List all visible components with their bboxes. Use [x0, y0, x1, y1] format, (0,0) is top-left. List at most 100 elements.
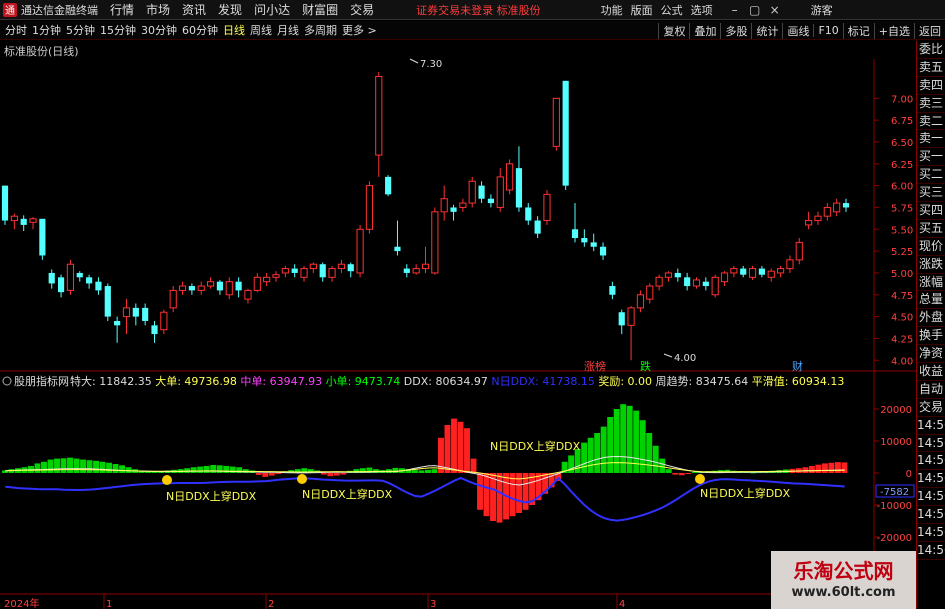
- side-panel-item[interactable]: 卖五: [917, 59, 945, 77]
- candle: [356, 224, 364, 278]
- statistics-button[interactable]: 统计: [751, 22, 782, 39]
- menu-item-gongneng[interactable]: 功能: [601, 2, 623, 18]
- toolbar-right: 复权 叠加 多股 统计 画线 F10 标记 +自选 返回: [658, 21, 945, 40]
- period-daily[interactable]: 日线: [223, 22, 245, 38]
- add-watchlist-button[interactable]: +自选: [873, 22, 914, 39]
- candle-body: [599, 246, 607, 256]
- ddx-bar: [333, 473, 340, 476]
- restore-rights-button[interactable]: 复权: [658, 22, 689, 39]
- side-panel-item[interactable]: 卖二: [917, 113, 945, 131]
- candle: [627, 306, 635, 361]
- menu-item-hangqing[interactable]: 行情: [110, 1, 134, 18]
- side-panel-item[interactable]: 涨幅: [917, 274, 945, 292]
- candle-body: [720, 272, 729, 283]
- candle-body: [646, 285, 654, 300]
- period-15min[interactable]: 15分钟: [100, 22, 136, 38]
- side-panel-item[interactable]: 买三: [917, 184, 945, 203]
- login-status-text[interactable]: 证券交易未登录 标准股份: [416, 2, 541, 18]
- draw-line-button[interactable]: 画线: [782, 22, 813, 39]
- f10-button[interactable]: F10: [813, 24, 842, 37]
- period-30min[interactable]: 30分钟: [141, 22, 177, 38]
- side-panel-item[interactable]: 卖三: [917, 95, 945, 113]
- candle: [375, 72, 383, 177]
- side-panel-item[interactable]: 14:56: [917, 470, 945, 489]
- side-panel-item[interactable]: 换手: [917, 327, 945, 346]
- side-panel-item[interactable]: 买四: [917, 202, 945, 220]
- guest-label[interactable]: 游客: [811, 2, 833, 18]
- event-tag-zhangbang[interactable]: 涨榜: [584, 359, 606, 373]
- ddx-bar: [607, 417, 614, 473]
- candle: [66, 259, 74, 295]
- side-panel-item[interactable]: 14:56: [917, 417, 945, 435]
- side-panel-item[interactable]: 外盘: [917, 309, 945, 328]
- candle-body: [805, 220, 813, 226]
- side-panel-item[interactable]: 现价: [917, 238, 945, 256]
- menu-item-zixun[interactable]: 资讯: [182, 1, 206, 18]
- ddx-bar: [106, 462, 113, 473]
- menu-item-banmian[interactable]: 版面: [631, 2, 653, 18]
- period-monthly[interactable]: 月线: [277, 22, 299, 38]
- side-panel-item[interactable]: 14:56: [917, 524, 945, 542]
- period-1min[interactable]: 1分钟: [32, 22, 61, 38]
- candle-body: [440, 198, 448, 213]
- event-tag-die[interactable]: 跌: [640, 359, 651, 373]
- candle: [692, 277, 701, 289]
- side-panel-item[interactable]: 买一: [917, 148, 945, 167]
- side-panel-item[interactable]: 买二: [917, 166, 945, 185]
- candle: [86, 274, 93, 289]
- menu-item-shichang[interactable]: 市场: [146, 1, 170, 18]
- side-panel-item[interactable]: 卖四: [917, 77, 945, 95]
- menu-item-jiaoyi[interactable]: 交易: [350, 1, 374, 18]
- smiley-icon: [695, 474, 705, 484]
- side-panel-item[interactable]: 14:56: [917, 435, 945, 453]
- period-weekly[interactable]: 周线: [250, 22, 272, 38]
- menu-item-gongshi[interactable]: 公式: [661, 2, 683, 18]
- close-icon[interactable]: ×: [767, 3, 783, 17]
- side-panel-item[interactable]: 卖一: [917, 130, 945, 149]
- ddx-bar: [73, 458, 80, 473]
- back-button[interactable]: 返回: [914, 22, 945, 39]
- candle-body: [356, 228, 364, 274]
- side-panel-item[interactable]: 委比: [917, 41, 945, 59]
- candle: [281, 265, 289, 278]
- candle-body: [328, 268, 336, 278]
- period-multi[interactable]: 多周期: [304, 22, 337, 38]
- period-60min[interactable]: 60分钟: [182, 22, 218, 38]
- multi-stock-button[interactable]: 多股: [720, 22, 751, 39]
- menu-item-xuanxiang[interactable]: 选项: [691, 2, 713, 18]
- side-panel-item[interactable]: 14:56: [917, 542, 945, 560]
- menu-item-caifuquan[interactable]: 财富圈: [302, 1, 338, 18]
- minimize-icon[interactable]: –: [727, 3, 743, 17]
- side-panel-item[interactable]: 14:56: [917, 452, 945, 471]
- menu-item-wenxiaoda[interactable]: 问小达: [254, 1, 290, 18]
- ddx-bar: [665, 469, 672, 473]
- menu-item-faxian[interactable]: 发现: [218, 1, 242, 18]
- side-panel-item[interactable]: 涨跌: [917, 256, 945, 274]
- overlay-button[interactable]: 叠加: [689, 22, 720, 39]
- candle: [730, 265, 738, 278]
- ddx-bar: [594, 433, 601, 473]
- side-panel-item[interactable]: 14:56: [917, 506, 945, 525]
- settings-gear-icon[interactable]: [2, 376, 12, 386]
- kline-chart[interactable]: 7.00 6.75 6.50 6.25 6.00 5.75 5.50 5.25 5.00 4.75…: [0, 41, 916, 609]
- candle: [253, 272, 261, 293]
- mark-button[interactable]: 标记: [842, 22, 874, 39]
- ddx-bar: [268, 473, 275, 476]
- candle-body: [263, 276, 271, 283]
- period-fenshi[interactable]: 分时: [5, 22, 27, 38]
- event-tag-cai[interactable]: 财: [792, 359, 803, 373]
- period-5min[interactable]: 5分钟: [66, 22, 95, 38]
- side-panel-item[interactable]: 总量: [917, 291, 945, 310]
- side-panel-item[interactable]: 交易: [917, 399, 945, 417]
- candle: [114, 316, 121, 343]
- side-panel-item[interactable]: 14:56: [917, 488, 945, 507]
- candle-body: [122, 307, 131, 318]
- side-panel-item[interactable]: 自动: [917, 381, 945, 399]
- candle: [412, 264, 420, 275]
- ddx-bar: [411, 470, 418, 473]
- side-panel-item[interactable]: 收益: [917, 363, 945, 381]
- restore-icon[interactable]: ▢: [747, 3, 763, 17]
- period-more[interactable]: 更多 >: [342, 22, 377, 38]
- side-panel-item[interactable]: 买五: [917, 220, 945, 238]
- side-panel-item[interactable]: 净资: [917, 345, 945, 364]
